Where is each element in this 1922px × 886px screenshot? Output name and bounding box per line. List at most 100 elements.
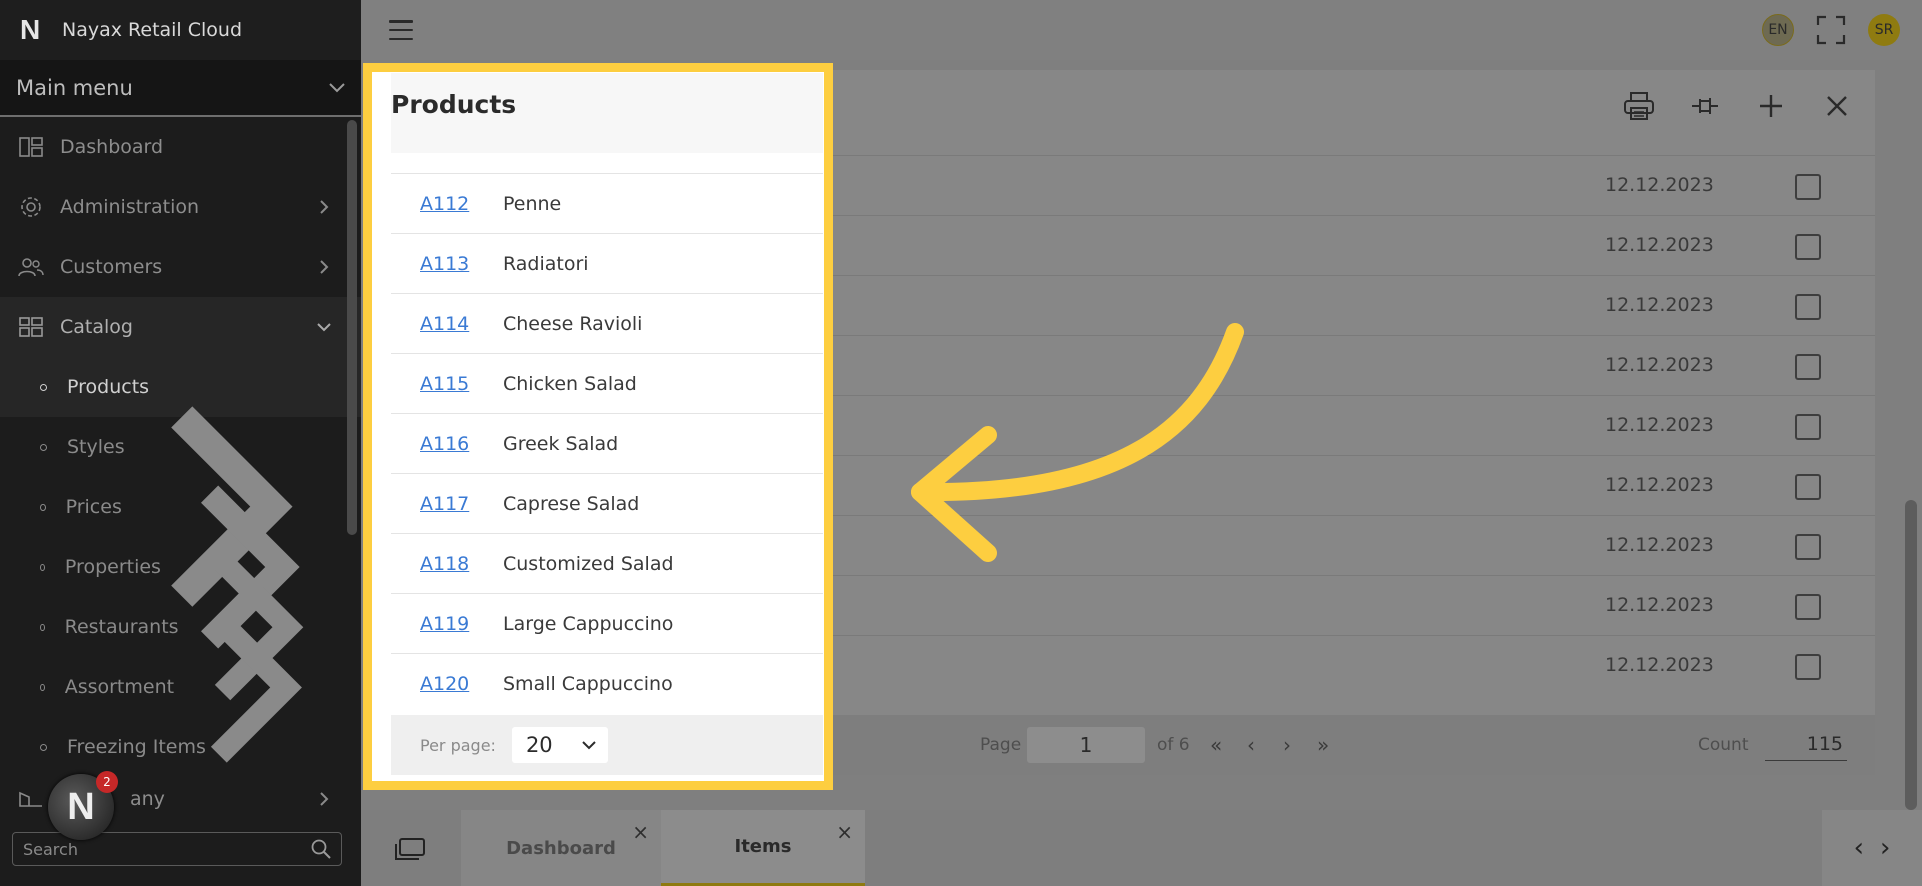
chevron-down-icon [329,82,345,92]
bullet-icon [40,683,45,691]
page-of-label: of 6 [1157,735,1190,755]
pointer-arrow-icon [911,323,1244,562]
bullet-icon [40,743,47,751]
chevron-down-icon [317,323,331,332]
close-tab-icon[interactable]: × [836,820,853,844]
tab-items[interactable]: Items × [661,810,865,886]
sidebar-search [12,832,342,866]
row-checkbox[interactable] [1795,654,1821,680]
product-code-link[interactable]: A112 [420,193,503,215]
company-icon [18,788,44,810]
list-item[interactable] [391,155,823,173]
last-page-icon[interactable]: » [1317,733,1329,757]
grid-icon [18,316,44,338]
row-checkbox[interactable] [1795,234,1821,260]
product-code-link[interactable]: A117 [420,493,503,515]
sidebar-subitem-assortment[interactable]: Assortment [0,611,361,763]
row-date: 12.12.2023 [1605,654,1714,676]
close-tab-icon[interactable]: × [632,820,649,844]
pin-button[interactable] [1687,88,1723,124]
product-code-link[interactable]: A119 [420,613,503,635]
sidebar-subitem-label: Freezing Items [67,736,206,758]
chevron-left-icon[interactable]: ‹ [1854,833,1864,863]
close-card-button[interactable] [1819,88,1855,124]
sidebar-item-label: Customers [60,256,163,278]
printer-icon [1624,92,1654,120]
list-item[interactable]: A112 Penne [391,173,823,233]
row-checkbox[interactable] [1795,174,1821,200]
product-code-link[interactable]: A114 [420,313,503,335]
top-bar: EN SR [361,0,1922,60]
products-panel-footer: Per page: 20 [391,715,823,775]
app-title: Nayax Retail Cloud [62,19,243,41]
list-item[interactable]: A119 Large Cappuccino [391,593,823,653]
product-code-link[interactable]: A116 [420,433,503,455]
tab-dashboard[interactable]: Dashboard × [461,810,661,886]
sidebar-subitem-label: Properties [64,556,161,578]
fullscreen-icon[interactable] [1816,15,1846,45]
row-checkbox[interactable] [1795,534,1821,560]
sidebar-search-input[interactable] [23,839,311,859]
main-menu-toggle[interactable]: Main menu [0,60,361,117]
sidebar-scrollbar[interactable] [347,120,357,535]
add-button[interactable] [1753,88,1789,124]
list-item[interactable]: A118 Customized Salad [391,533,823,593]
per-page-value: 20 [525,733,553,757]
list-item[interactable]: A120 Small Cappuccino [391,653,823,713]
sidebar-item-administration[interactable]: Administration [0,177,361,237]
main-scrollbar[interactable] [1905,500,1917,810]
bullet-icon [40,383,47,391]
list-item[interactable]: A113 Radiatori [391,233,823,293]
list-item[interactable]: A116 Greek Salad [391,413,823,473]
bullet-icon [40,503,46,511]
product-code-link[interactable]: A113 [420,253,503,275]
list-item[interactable]: A114 Cheese Ravioli [391,293,823,353]
row-checkbox[interactable] [1795,594,1821,620]
product-code-link[interactable]: A120 [420,673,503,695]
top-right-controls: EN SR [1762,0,1922,60]
chevron-down-icon [582,740,596,749]
sidebar-item-dashboard[interactable]: Dashboard [0,117,361,177]
product-code-link[interactable]: A118 [420,553,503,575]
product-code-link[interactable]: A115 [420,373,503,395]
row-date: 12.12.2023 [1605,414,1714,436]
hamburger-menu-icon[interactable] [389,20,413,40]
product-name: Radiatori [503,252,589,275]
row-checkbox[interactable] [1795,354,1821,380]
language-button[interactable]: EN [1762,14,1794,46]
product-name: Penne [503,192,562,215]
close-icon [1827,96,1847,116]
windows-icon[interactable] [395,838,425,860]
row-checkbox[interactable] [1795,474,1821,500]
per-page-select[interactable]: 20 [511,727,608,763]
gear-icon [18,196,44,218]
product-name: Customized Salad [503,552,674,575]
sidebar-item-label: Dashboard [60,136,164,158]
chevron-right-icon [320,260,329,274]
sidebar-item-customers[interactable]: Customers [0,237,361,297]
row-checkbox[interactable] [1795,414,1821,440]
bullet-icon [40,443,47,451]
per-page-label: Per page: [420,735,496,755]
tab-label: Dashboard [506,837,616,859]
search-icon[interactable] [311,839,331,859]
tab-scroll-arrows: ‹ › [1822,810,1922,886]
page-input[interactable]: 1 [1027,727,1145,763]
brand-bar: N Nayax Retail Cloud [0,0,361,60]
row-checkbox[interactable] [1795,294,1821,320]
prev-page-icon[interactable]: ‹ [1247,733,1255,757]
user-avatar[interactable]: SR [1868,14,1900,46]
main-menu-label: Main menu [16,75,133,100]
chevron-right-icon [320,792,329,806]
list-item[interactable]: A115 Chicken Salad [391,353,823,413]
notification-badge: 2 [96,771,118,793]
chevron-right-icon[interactable]: › [1880,833,1890,863]
pin-icon [1692,98,1718,114]
list-item[interactable]: A117 Caprese Salad [391,473,823,533]
first-page-icon[interactable]: « [1210,733,1222,757]
next-page-icon[interactable]: › [1283,733,1291,757]
print-button[interactable] [1621,88,1657,124]
sidebar-item-catalog[interactable]: Catalog [0,297,361,357]
bullet-icon [40,563,45,571]
bullet-icon [40,623,45,631]
